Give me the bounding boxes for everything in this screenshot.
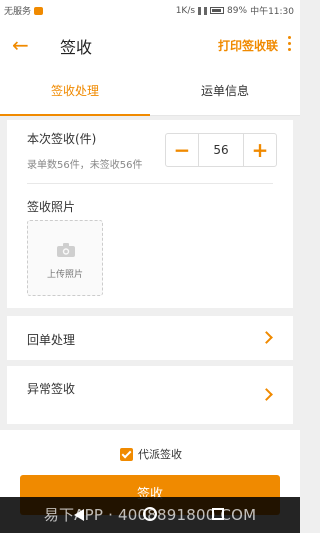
upload-photo-button[interactable]: 上传照片: [27, 220, 103, 296]
more-dot: [287, 48, 291, 51]
return-slip-row[interactable]: 回单处理: [7, 316, 293, 360]
more-dot: [287, 42, 291, 45]
more-vertical-icon[interactable]: [286, 36, 292, 52]
agent-sign-toggle[interactable]: 代派签收: [120, 446, 182, 462]
battery-percent: 89%: [227, 5, 248, 16]
quantity-label: 本次签收(件): [27, 132, 97, 146]
status-bar: 无服务 1K/s 89% 中午11:30: [0, 0, 300, 20]
divider: [27, 183, 273, 184]
tab-bar: 签收处理 运单信息: [0, 70, 300, 116]
signal-icon: [198, 6, 208, 15]
toolbar: ← 签收 打印签收联: [0, 20, 300, 70]
agent-sign-label: 代派签收: [138, 448, 182, 461]
tab-sign-processing[interactable]: 签收处理: [0, 70, 150, 116]
chevron-right-icon: [260, 331, 273, 344]
page-title: 签收: [60, 38, 93, 57]
notification-icon: [34, 6, 44, 15]
back-arrow-icon[interactable]: ←: [12, 34, 34, 56]
sign-form-card: 本次签收(件) 录单数56件，未签收56件 − 56 + 签收照片 上传照片: [7, 120, 293, 308]
chevron-right-icon: [260, 388, 273, 401]
camera-icon: [57, 243, 75, 257]
minus-icon[interactable]: −: [166, 134, 198, 166]
watermark-text: 易下APP · 4008891800.COM: [43, 506, 257, 524]
status-time: 中午11:30: [250, 7, 294, 17]
return-slip-label: 回单处理: [27, 333, 76, 347]
upload-label: 上传照片: [46, 270, 83, 280]
photo-label: 签收照片: [27, 200, 76, 214]
exception-sign-row[interactable]: 异常签收: [7, 366, 293, 424]
agent-sign-checkbox[interactable]: [120, 447, 133, 461]
quantity-info: 录单数56件，未签收56件: [27, 160, 143, 171]
exception-sign-label: 异常签收: [27, 382, 76, 396]
more-dot: [287, 36, 291, 39]
plus-icon[interactable]: +: [244, 134, 276, 166]
battery-icon: [210, 7, 225, 14]
quantity-input[interactable]: 56: [198, 134, 244, 166]
print-sign-slip-button[interactable]: 打印签收联: [218, 37, 278, 54]
tab-waybill-info[interactable]: 运单信息: [150, 70, 300, 115]
quantity-stepper: − 56 +: [165, 133, 277, 167]
carrier-text: 无服务: [4, 7, 32, 17]
network-speed: 1K/s: [175, 5, 196, 16]
